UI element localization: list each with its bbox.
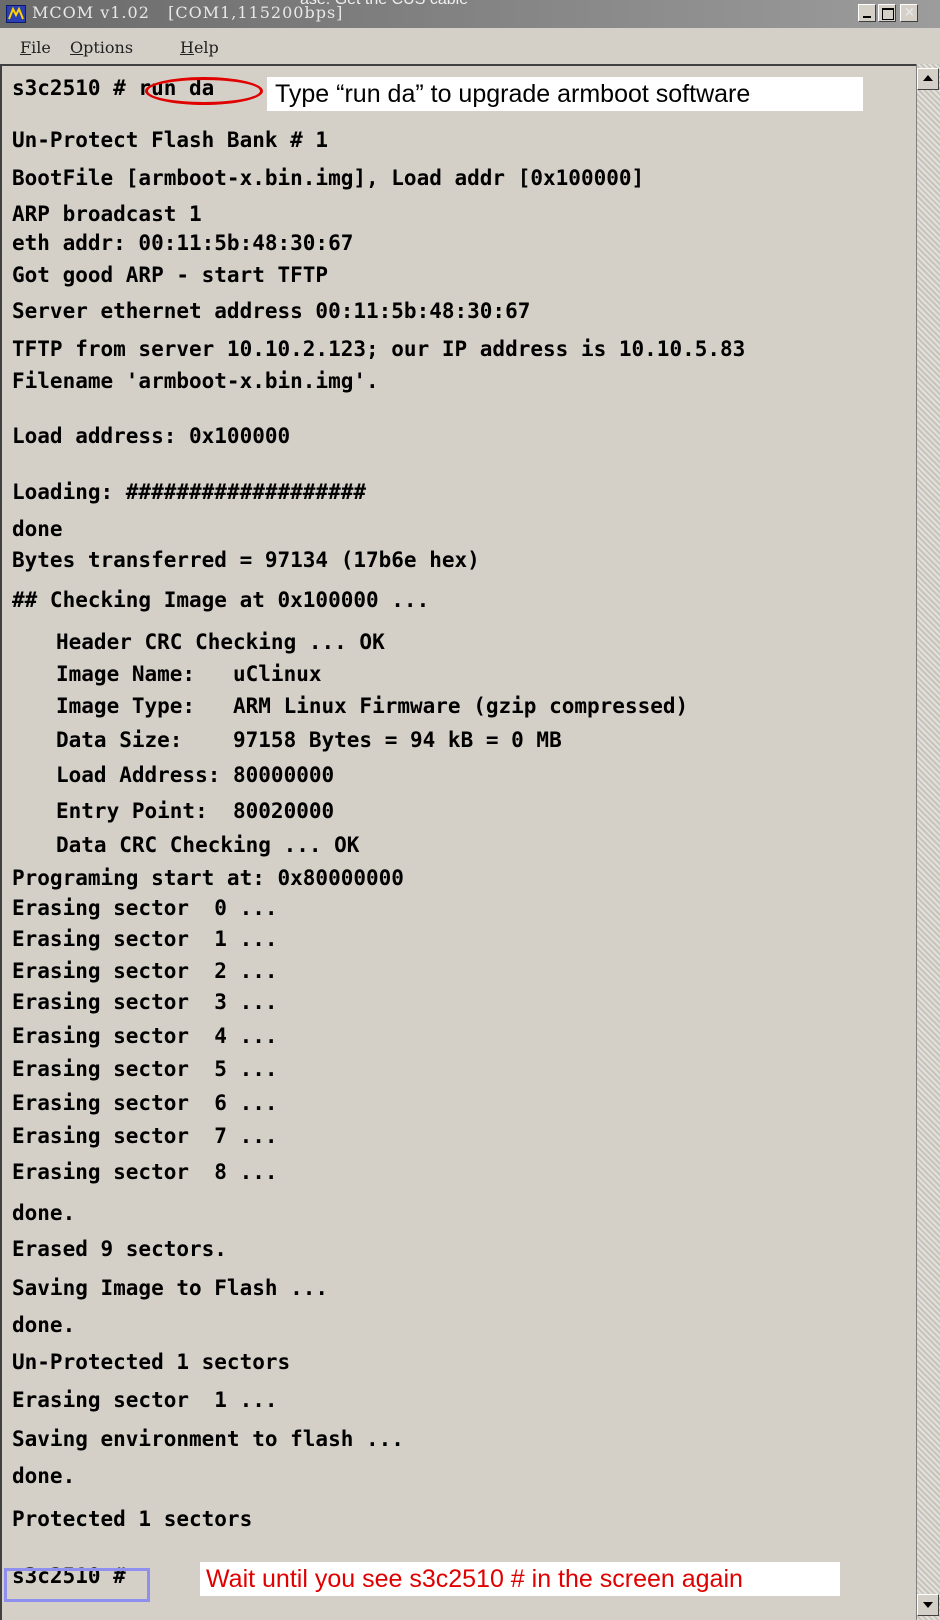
terminal-line: Loading: ################### <box>12 480 367 504</box>
terminal-line: Filename 'armboot-x.bin.img'. <box>12 369 379 393</box>
arrow-down-icon <box>923 1602 933 1608</box>
close-icon: × <box>904 5 915 20</box>
terminal-line: Erasing sector 1 ... <box>12 927 278 951</box>
menu-help[interactable]: Help <box>180 38 219 57</box>
terminal-line: Programing start at: 0x80000000 <box>12 866 404 890</box>
terminal-line: Erasing sector 3 ... <box>12 990 278 1014</box>
terminal-line: Load Address: 80000000 <box>56 763 335 787</box>
title-bar[interactable]: ase: Get the CUS cable MCOM v1.02 [COM1,… <box>0 0 940 28</box>
maximize-button[interactable] <box>878 4 896 22</box>
instruction-callout: Type “run da” to upgrade armboot softwar… <box>267 77 863 111</box>
scroll-down-button[interactable] <box>917 1594 939 1616</box>
terminal-line: Got good ARP - start TFTP <box>12 263 329 287</box>
maximize-icon <box>882 8 894 20</box>
menu-file[interactable]: File <box>20 38 51 57</box>
menu-bar: File Options Help <box>0 28 940 58</box>
window-title: MCOM v1.02 [COM1,115200bps] <box>32 3 344 22</box>
menu-options[interactable]: Options <box>70 38 133 57</box>
terminal-line: done <box>12 517 63 541</box>
terminal-output[interactable]: s3c2510 # run da Un-Protect Flash Bank # … <box>0 64 916 1620</box>
app-icon <box>6 5 26 23</box>
terminal-line: Erasing sector 7 ... <box>12 1124 278 1148</box>
terminal-line: BootFile [armboot-x.bin.img], Load addr … <box>12 166 645 190</box>
terminal-line: Entry Point: 80020000 <box>56 799 335 823</box>
terminal-line: Un-Protected 1 sectors <box>12 1350 291 1374</box>
run-da-highlight-oval <box>145 77 263 105</box>
terminal-line: Bytes transferred = 97134 (17b6e hex) <box>12 548 480 572</box>
vertical-scrollbar[interactable] <box>916 64 940 1620</box>
menu-options-mnemonic: O <box>70 38 84 57</box>
terminal-line: Erasing sector 4 ... <box>12 1024 278 1048</box>
terminal-line: Load address: 0x100000 <box>12 424 291 448</box>
terminal-line: Data Size: 97158 Bytes = 94 kB = 0 MB <box>56 728 562 752</box>
terminal-line: Saving environment to flash ... <box>12 1427 404 1451</box>
terminal-line: done. <box>12 1201 76 1225</box>
terminal-line: Data CRC Checking ... OK <box>56 833 360 857</box>
terminal-line: Erasing sector 6 ... <box>12 1091 278 1115</box>
terminal-line: done. <box>12 1464 76 1488</box>
terminal-line: ## Checking Image at 0x100000 ... <box>12 588 430 612</box>
terminal-line: Saving Image to Flash ... <box>12 1276 329 1300</box>
minimize-icon <box>863 16 871 18</box>
arrow-up-icon <box>923 75 933 81</box>
menu-file-mnemonic: F <box>20 38 32 57</box>
menu-file-label: ile <box>31 38 51 57</box>
terminal-line: Image Name: uClinux <box>56 662 322 686</box>
terminal-line: Erasing sector 5 ... <box>12 1057 278 1081</box>
terminal-line: done. <box>12 1313 76 1337</box>
terminal-line: Server ethernet address 00:11:5b:48:30:6… <box>12 299 531 323</box>
terminal-line: Erasing sector 8 ... <box>12 1160 278 1184</box>
terminal-line: Image Type: ARM Linux Firmware (gzip com… <box>56 694 689 718</box>
terminal-line: TFTP from server 10.10.2.123; our IP add… <box>12 337 746 361</box>
minimize-button[interactable] <box>858 4 876 22</box>
prompt-highlight-box <box>4 1568 150 1602</box>
menu-options-label: ptions <box>83 38 134 57</box>
terminal-line: Erased 9 sectors. <box>12 1237 227 1261</box>
terminal-line: Erasing sector 1 ... <box>12 1388 278 1412</box>
wait-callout: Wait until you see s3c2510 # in the scre… <box>200 1562 840 1596</box>
close-button[interactable]: × <box>900 4 918 22</box>
terminal-line: Erasing sector 0 ... <box>12 896 278 920</box>
terminal-line: Header CRC Checking ... OK <box>56 630 385 654</box>
terminal-line: Erasing sector 2 ... <box>12 959 278 983</box>
menu-help-label: elp <box>193 38 219 57</box>
terminal-line: Protected 1 sectors <box>12 1507 253 1531</box>
terminal-line: Un-Protect Flash Bank # 1 <box>12 128 329 152</box>
scroll-up-button[interactable] <box>917 68 939 90</box>
menu-help-mnemonic: H <box>180 38 194 57</box>
terminal-line: ARP broadcast 1 <box>12 202 202 226</box>
terminal-line: eth addr: 00:11:5b:48:30:67 <box>12 231 354 255</box>
